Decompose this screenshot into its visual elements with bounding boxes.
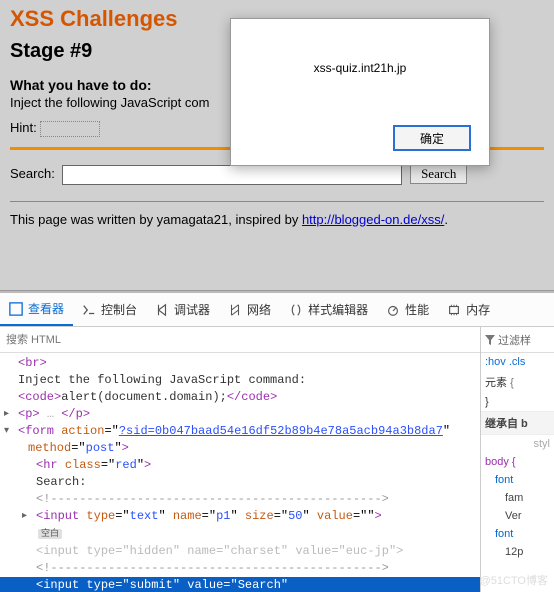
inherited-from: 继承自 b (481, 411, 554, 435)
search-input[interactable] (62, 165, 402, 185)
css-prop-font[interactable]: font (481, 471, 554, 489)
element-rule[interactable]: 元素 { (481, 371, 554, 393)
tab-performance[interactable]: 性能 (377, 293, 438, 326)
divider-gray (10, 201, 544, 202)
tab-memory[interactable]: 内存 (438, 293, 499, 326)
performance-icon (386, 303, 400, 317)
dom-tree[interactable]: <br> Inject the following JavaScript com… (0, 353, 480, 592)
styles-sidebar: 过滤样 :hov .cls 元素 { } 继承自 b styl body { f… (480, 327, 554, 592)
html-search-input[interactable] (0, 332, 506, 348)
css-prop-font2[interactable]: font (481, 525, 554, 543)
alert-dialog: xss-quiz.int21h.jp 确定 (230, 18, 490, 166)
tab-style-editor[interactable]: 样式编辑器 (280, 293, 377, 326)
style-source[interactable]: styl (481, 435, 554, 453)
tab-debugger[interactable]: 调试器 (146, 293, 219, 326)
hov-cls-toggle[interactable]: :hov .cls (481, 353, 554, 371)
filter-styles-label: 过滤样 (498, 332, 531, 348)
devtools-panel: 查看器 控制台 调试器 网络 样式编辑器 性能 内存 ＋ ◐ 过滤样 :hov … (0, 291, 554, 590)
tab-network[interactable]: 网络 (219, 293, 280, 326)
network-icon (228, 303, 242, 317)
footer-text: This page was written by yamagata21, ins… (10, 212, 544, 227)
search-label: Search: (10, 166, 55, 181)
body-rule[interactable]: body { (481, 453, 554, 471)
collapse-arrow-icon[interactable]: ▾ (4, 423, 9, 440)
expand-arrow-icon[interactable]: ▸ (22, 508, 27, 525)
hint-box (40, 121, 100, 137)
tab-console[interactable]: 控制台 (73, 293, 146, 326)
tab-inspector[interactable]: 查看器 (0, 293, 73, 326)
console-icon (82, 303, 96, 317)
expand-arrow-icon[interactable]: ▸ (4, 406, 9, 423)
devtools-tabs: 查看器 控制台 调试器 网络 样式编辑器 性能 内存 (0, 293, 554, 327)
alert-ok-button[interactable]: 确定 (393, 125, 471, 151)
funnel-icon (485, 335, 495, 345)
search-button[interactable]: Search (410, 164, 467, 184)
inspector-icon (9, 302, 23, 316)
debugger-icon (155, 303, 169, 317)
css-val-12: 12p (481, 543, 554, 561)
style-icon (289, 303, 303, 317)
css-val-fam: fam (481, 489, 554, 507)
whitespace-badge: 空白 (38, 529, 62, 539)
hint-label: Hint: (10, 120, 37, 135)
footer-link[interactable]: http://blogged-on.de/xss/ (302, 212, 444, 227)
memory-icon (447, 303, 461, 317)
element-rule-end: } (481, 393, 554, 411)
css-val-ver: Ver (481, 507, 554, 525)
alert-message: xss-quiz.int21h.jp (231, 19, 489, 75)
